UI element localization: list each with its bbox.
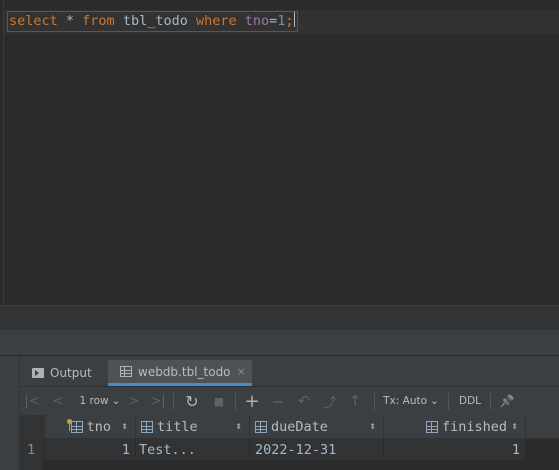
transaction-mode-selector[interactable]: Tx: Auto ⌄ (382, 391, 440, 411)
toolbar-divider (490, 393, 491, 410)
last-page-icon[interactable]: >| (148, 391, 168, 411)
row-gutter-header (20, 415, 45, 438)
toolbar-divider (235, 393, 236, 410)
column-header-label: finished (441, 418, 507, 435)
submit-changes-icon[interactable]: ⤴ (320, 391, 340, 411)
sort-icon[interactable]: ⬍ (235, 422, 242, 431)
table-cell-finished[interactable]: 1 (384, 439, 526, 461)
ddl-button[interactable]: DDL (456, 391, 484, 411)
tab-output-label: Output (50, 366, 92, 380)
column-icon (141, 420, 153, 433)
table-cell-title[interactable]: Test... (136, 439, 250, 461)
refresh-icon[interactable]: ↻ (182, 391, 202, 411)
editor-bottom-margin (0, 305, 559, 330)
editor-gutter-line (3, 0, 4, 305)
chevron-down-icon: ⌄ (111, 395, 121, 407)
panel-splitter[interactable] (0, 329, 559, 356)
sort-icon[interactable]: ⬍ (121, 422, 128, 431)
row-number[interactable]: 1 (27, 442, 35, 458)
sql-space (237, 13, 245, 29)
sort-icon[interactable]: ⬍ (511, 422, 518, 431)
table-cell-duedate[interactable]: 2022-12-31 (250, 439, 384, 461)
sql-table-name: tbl_todo (114, 13, 196, 29)
result-grid: tno ⬍ title ⬍ dueDate ⬍ finished ⬍ 1 1 T… (20, 415, 559, 470)
first-page-icon[interactable]: |< (24, 391, 40, 411)
next-page-icon[interactable]: > (126, 391, 142, 411)
add-row-icon[interactable]: + (242, 391, 262, 412)
sql-keyword-where: where (195, 13, 237, 29)
transaction-mode-label: Tx: Auto (383, 395, 428, 407)
tab-table-label: webdb.tbl_todo (138, 364, 231, 379)
sql-keyword-select: select (9, 13, 58, 29)
previous-page-icon[interactable]: < (50, 391, 66, 411)
results-panel: Output webdb.tbl_todo × |< < 1 row ⌄ > >… (0, 355, 559, 470)
sql-statement[interactable]: select * from tbl_todo where tno=1; (7, 11, 298, 32)
toolbar-divider (374, 393, 375, 410)
sort-icon[interactable]: ⬍ (369, 422, 376, 431)
text-caret (293, 12, 295, 27)
column-header-finished[interactable]: finished ⬍ (384, 415, 526, 438)
chevron-down-icon: ⌄ (430, 395, 439, 407)
results-toolbar: |< < 1 row ⌄ > >| ↻ ■ + − ↶ ⤴ ↑ Tx: Auto… (20, 386, 559, 417)
push-icon[interactable]: ↑ (345, 391, 365, 411)
stop-icon[interactable]: ■ (209, 391, 229, 411)
row-count-label: 1 row (79, 395, 109, 407)
sql-star: * (57, 13, 83, 29)
close-tab-icon[interactable]: × (237, 365, 246, 378)
primary-key-column-icon (66, 418, 83, 433)
grid-header: tno ⬍ title ⬍ dueDate ⬍ finished ⬍ (20, 415, 559, 439)
table-cell-tno[interactable]: 1 (44, 439, 136, 461)
panel-left-strip (0, 356, 20, 470)
column-icon (425, 420, 438, 433)
tab-output[interactable]: Output (32, 360, 92, 386)
column-header-tno[interactable]: tno ⬍ (44, 415, 136, 438)
sql-semicolon: ; (285, 13, 294, 29)
sql-editor[interactable]: select * from tbl_todo where tno=1; (0, 0, 559, 305)
column-header-label: title (157, 418, 198, 435)
table-grid-icon (120, 366, 132, 377)
toolbar-divider (448, 393, 449, 410)
column-header-duedate[interactable]: dueDate ⬍ (250, 415, 384, 438)
column-icon (255, 420, 267, 433)
remove-row-icon[interactable]: − (268, 391, 288, 411)
column-header-title[interactable]: title ⬍ (136, 415, 250, 438)
tab-table-result[interactable]: webdb.tbl_todo × (108, 360, 252, 386)
sql-keyword-from: from (82, 13, 115, 29)
row-count-selector[interactable]: 1 row ⌄ (74, 391, 126, 411)
toolbar-divider (173, 393, 174, 410)
column-header-label: dueDate (271, 418, 328, 435)
sql-column-tno: tno (244, 13, 270, 29)
console-output-icon (32, 368, 44, 378)
revert-icon[interactable]: ↶ (294, 391, 314, 411)
pin-icon[interactable]: 📌 (497, 391, 517, 411)
column-header-label: tno (86, 418, 111, 435)
